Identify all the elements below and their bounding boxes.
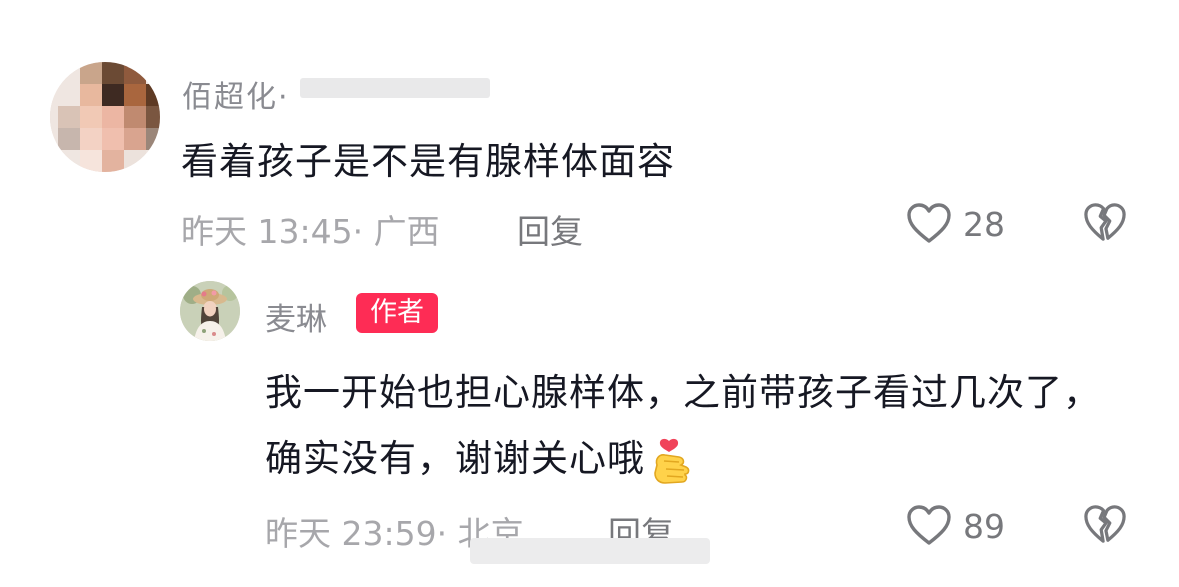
redacted-username-blur [300,78,490,98]
watermark-blur [470,538,710,564]
like-button[interactable] [906,202,952,248]
comment-text: 看着孩子是不是有腺样体面容 [181,140,675,183]
commenter-username[interactable]: 佰超化· [182,72,290,116]
reply-like-count: 89 [963,507,1005,546]
commenter-avatar[interactable] [50,62,160,172]
author-username[interactable]: 麦琳 [265,294,327,339]
author-badge: 作者 [356,293,438,333]
heart-outline-icon [907,505,951,545]
reply-button[interactable]: 回复 [517,205,583,253]
like-count: 28 [963,205,1005,244]
dislike-button[interactable] [1082,201,1128,247]
finger-heart-emoji-icon [649,437,693,485]
author-photo [180,281,240,341]
broken-heart-icon [1084,203,1126,241]
author-avatar[interactable] [180,281,240,341]
heart-outline-icon [907,203,951,243]
reply-like-button[interactable] [906,504,952,550]
comment-meta: 昨天 13:45· 广西 [181,212,440,251]
reply-text: 我一开始也担心腺样体，之前带孩子看过几次了，确实没有，谢谢关心哦 [265,360,1135,492]
reply-dislike-button[interactable] [1082,503,1128,549]
broken-heart-icon [1084,505,1126,543]
